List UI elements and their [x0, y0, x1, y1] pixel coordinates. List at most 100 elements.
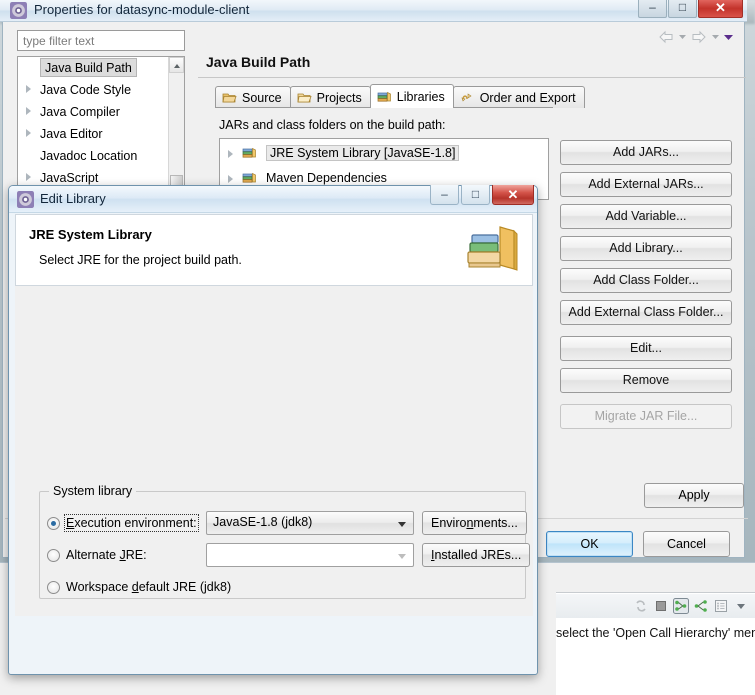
library-label: JRE System Library [JavaSE-1.8]: [266, 145, 460, 161]
maximize-button[interactable]: □: [668, 0, 697, 18]
library-books-icon: [242, 172, 256, 183]
refresh-icon[interactable]: [633, 598, 649, 614]
forward-menu-chevron-down-icon[interactable]: [711, 33, 720, 41]
dialog-close-button[interactable]: ✕: [492, 185, 534, 205]
properties-cancel-button[interactable]: Cancel: [643, 531, 730, 557]
tree-item-label: Java Compiler: [40, 105, 120, 119]
expand-arrow-icon[interactable]: [228, 150, 233, 158]
tab-libraries[interactable]: Libraries: [369, 84, 454, 108]
back-menu-chevron-down-icon[interactable]: [678, 33, 687, 41]
page-title-divider: [198, 77, 746, 78]
radio-execution-environment[interactable]: [47, 516, 60, 530]
tree-item-label: Java Build Path: [40, 58, 137, 77]
library-label: Maven Dependencies: [266, 171, 387, 185]
close-icon: ✕: [507, 187, 519, 202]
page-title: Java Build Path: [206, 54, 311, 70]
dialog-heading: JRE System Library: [29, 227, 152, 242]
add-library-button[interactable]: Add Library...: [560, 236, 732, 261]
option-alternate-jre[interactable]: Alternate JRE:: [47, 548, 147, 562]
tree-item-java-editor[interactable]: Java Editor: [18, 123, 184, 145]
back-arrow-icon[interactable]: [657, 30, 675, 44]
add-jars-button[interactable]: Add JARs...: [560, 140, 732, 165]
minimize-icon: –: [441, 187, 448, 201]
installed-jres-button[interactable]: Installed JREs...: [422, 543, 531, 567]
option-label: Execution environment:: [64, 514, 199, 532]
forward-arrow-icon[interactable]: [690, 30, 708, 44]
dialog-minimize-button[interactable]: –: [430, 185, 459, 205]
build-path-button-column: Add JARs... Add External JARs... Add Var…: [560, 140, 732, 436]
library-row-jre-system-library[interactable]: JRE System Library [JavaSE-1.8]: [220, 142, 548, 164]
option-label: Alternate JRE:: [66, 548, 147, 562]
edit-button[interactable]: Edit...: [560, 336, 732, 361]
execution-environment-combo[interactable]: JavaSE-1.8 (jdk8): [206, 511, 414, 535]
dialog-subheading: Select JRE for the project build path.: [39, 253, 242, 267]
stop-icon[interactable]: [653, 598, 669, 614]
callee-hierarchy-icon[interactable]: [693, 598, 709, 614]
system-library-group-title: System library: [49, 484, 137, 498]
libraries-list-label: JARs and class folders on the build path…: [219, 118, 446, 132]
filter-input[interactable]: type filter text: [17, 30, 185, 51]
projects-folder-icon: [297, 93, 312, 103]
order-export-icon: [461, 93, 472, 102]
remove-button[interactable]: Remove: [560, 368, 732, 393]
list-view-icon[interactable]: [713, 598, 729, 614]
call-hierarchy-icon[interactable]: [673, 598, 689, 614]
dialog-maximize-button[interactable]: □: [461, 185, 490, 205]
add-class-folder-button[interactable]: Add Class Folder...: [560, 268, 732, 293]
tab-label: Projects: [316, 90, 362, 105]
expand-arrow-icon[interactable]: [26, 129, 31, 137]
tree-item-javadoc-location[interactable]: Javadoc Location: [18, 145, 184, 167]
scroll-up-button[interactable]: [169, 57, 184, 73]
add-variable-button[interactable]: Add Variable...: [560, 204, 732, 229]
radio-alternate-jre[interactable]: [47, 548, 60, 562]
view-menu-caret-icon[interactable]: [733, 598, 749, 614]
dialog-titlebar[interactable]: Edit Library – □ ✕: [9, 185, 537, 213]
tree-item-java-compiler[interactable]: Java Compiler: [18, 101, 184, 123]
tab-order-and-export[interactable]: Order and Export: [452, 86, 585, 108]
properties-titlebar[interactable]: Properties for datasync-module-client – …: [0, 0, 747, 22]
properties-window-controls: – □ ✕: [638, 0, 743, 18]
tree-item-java-code-style[interactable]: Java Code Style: [18, 79, 184, 101]
edit-library-dialog: Edit Library – □ ✕ JRE System Library Se…: [8, 185, 538, 675]
alternate-jre-combo: [206, 543, 414, 567]
combo-value: JavaSE-1.8 (jdk8): [213, 515, 313, 529]
libraries-books-icon: [377, 91, 391, 102]
expand-arrow-icon[interactable]: [26, 85, 31, 93]
option-workspace-default-jre[interactable]: Workspace default JRE (jdk8): [47, 580, 231, 594]
eclipse-gear-icon: [10, 2, 27, 19]
chevron-down-icon: [398, 554, 406, 559]
option-execution-environment[interactable]: Execution environment:: [47, 514, 199, 532]
expand-arrow-icon[interactable]: [228, 175, 233, 183]
tab-projects[interactable]: Projects: [289, 86, 371, 108]
add-external-jars-button[interactable]: Add External JARs...: [560, 172, 732, 197]
migrate-jar-file-button: Migrate JAR File...: [560, 404, 732, 429]
navigation-arrows: [657, 30, 734, 44]
tree-item-label: Java Editor: [40, 127, 103, 141]
tab-label: Source: [242, 90, 282, 105]
tree-item-label: Javadoc Location: [40, 149, 138, 163]
close-button[interactable]: ✕: [698, 0, 743, 18]
dialog-header: JRE System Library Select JRE for the pr…: [15, 214, 533, 286]
add-external-class-folder-button[interactable]: Add External Class Folder...: [560, 300, 732, 325]
call-hierarchy-message: select the 'Open Call Hierarchy' menu: [556, 626, 755, 640]
tab-label: Libraries: [396, 89, 445, 104]
tree-item-java-build-path[interactable]: Java Build Path: [18, 57, 184, 79]
library-books-icon: [242, 147, 256, 158]
view-menu-caret-icon[interactable]: [723, 33, 734, 42]
expand-arrow-icon[interactable]: [26, 173, 31, 181]
apply-button[interactable]: Apply: [644, 483, 744, 508]
build-path-tabs: Source Projects Libraries Order and Expo…: [215, 84, 585, 108]
books-stack-icon: [467, 226, 518, 271]
tree-item-label: Java Code Style: [40, 83, 132, 97]
tab-source[interactable]: Source: [215, 86, 291, 108]
call-hierarchy-toolbar: [556, 594, 755, 618]
minimize-button[interactable]: –: [638, 0, 667, 18]
minimize-icon: –: [649, 0, 656, 14]
tree-item-label: JavaScript: [40, 171, 99, 185]
radio-workspace-default-jre[interactable]: [47, 580, 60, 594]
source-folder-icon: [222, 93, 237, 103]
environments-button[interactable]: Environments...: [422, 511, 527, 535]
ok-button[interactable]: OK: [546, 531, 633, 557]
dialog-title: Edit Library: [40, 191, 106, 206]
expand-arrow-icon[interactable]: [26, 107, 31, 115]
